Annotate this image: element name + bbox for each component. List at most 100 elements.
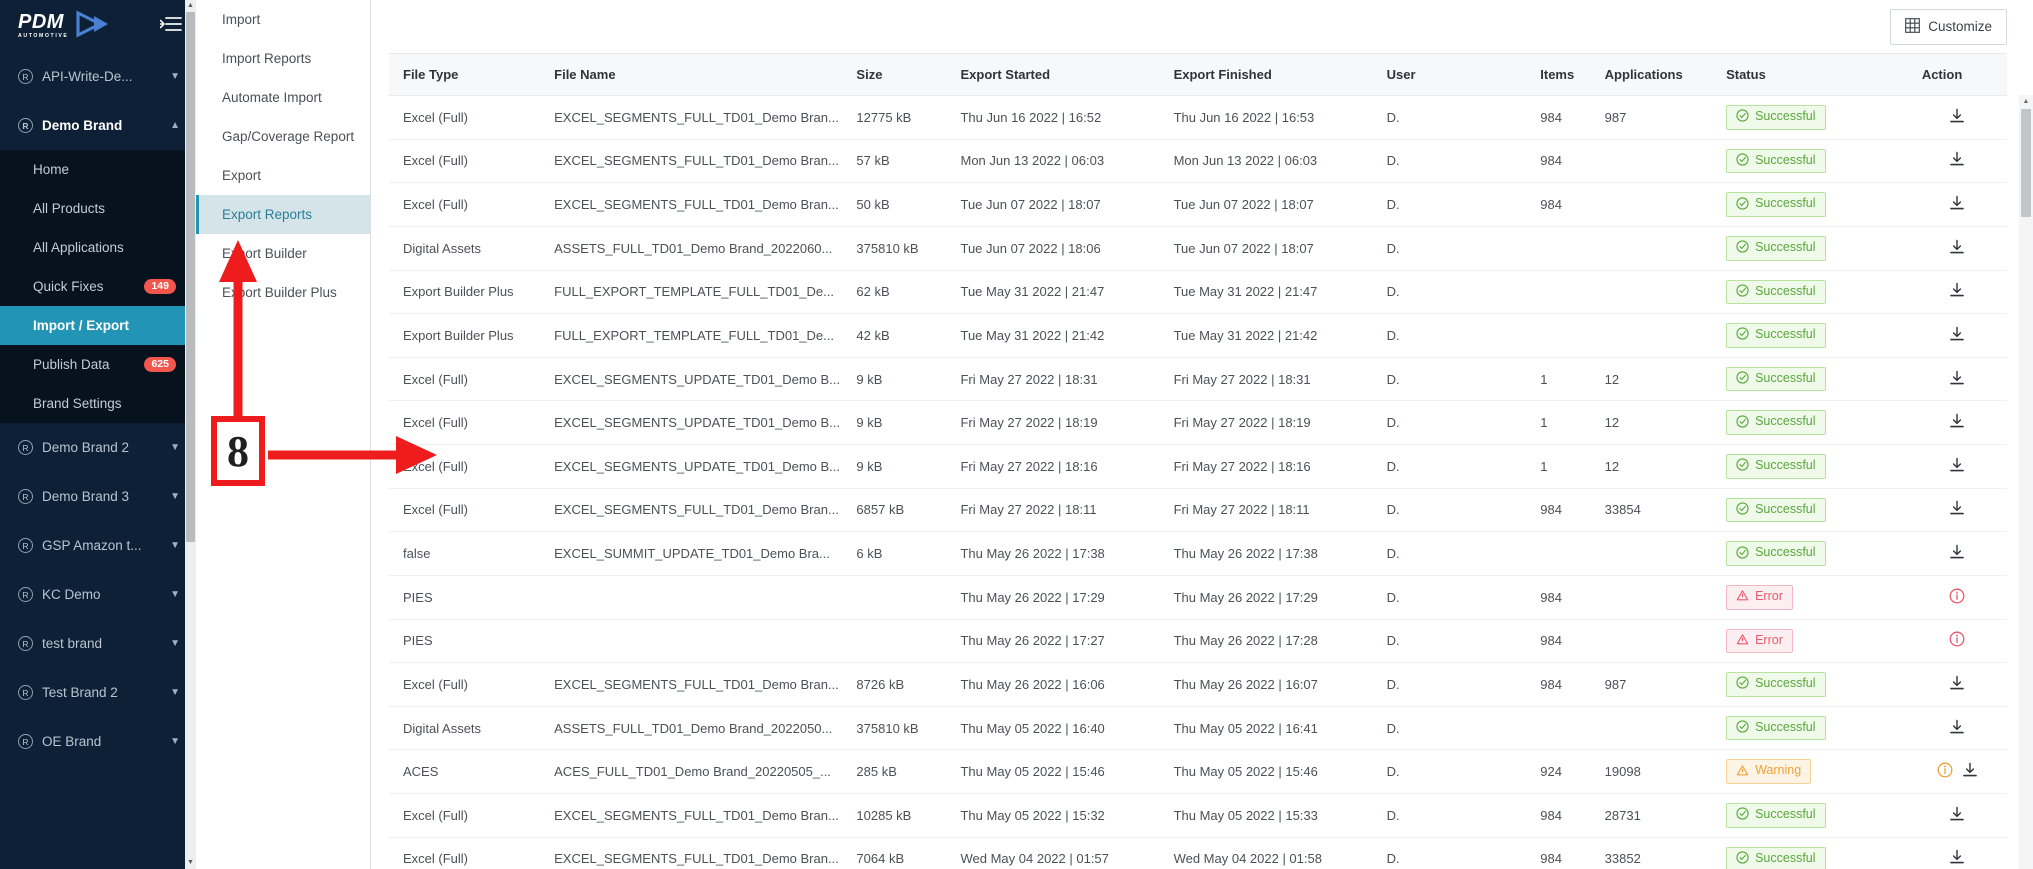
table-row[interactable]: Excel (Full) EXCEL_SEGMENTS_FULL_TD01_Dem…: [389, 662, 2007, 707]
column-header-size[interactable]: Size: [842, 53, 947, 96]
table-row[interactable]: Excel (Full) EXCEL_SEGMENTS_FULL_TD01_Dem…: [389, 182, 2007, 227]
table-row[interactable]: Excel (Full) EXCEL_SEGMENTS_FULL_TD01_Dem…: [389, 837, 2007, 869]
sidebar-item-demo-brand-2[interactable]: R Demo Brand 2 ▼: [0, 423, 196, 472]
subnav-item-import-reports[interactable]: Import Reports: [196, 39, 370, 78]
table-scrollbar-thumb[interactable]: [2021, 109, 2031, 217]
sidebar-item-home[interactable]: Home: [0, 150, 196, 189]
sidebar-item-kc-demo[interactable]: R KC Demo ▼: [0, 570, 196, 619]
download-icon[interactable]: [1962, 762, 1978, 778]
table-row[interactable]: Excel (Full) EXCEL_SEGMENTS_FULL_TD01_Dem…: [389, 488, 2007, 533]
subnav-item-gap-coverage-report[interactable]: Gap/Coverage Report: [196, 117, 370, 156]
status-badge: Successful: [1726, 672, 1826, 697]
chevron-down-icon[interactable]: ▼: [170, 540, 180, 551]
sidebar-item-quick-fixes[interactable]: Quick Fixes 149: [0, 267, 196, 306]
download-icon[interactable]: [1949, 108, 1965, 124]
download-icon[interactable]: [1949, 457, 1965, 473]
table-row[interactable]: PIES Thu May 26 2022 | 17:27 Thu May 26 20…: [389, 619, 2007, 664]
download-icon[interactable]: [1949, 282, 1965, 298]
column-header-file-type[interactable]: File Type: [389, 53, 541, 96]
download-icon[interactable]: [1949, 413, 1965, 429]
primary-sidebar: PDM AUTOMOTIVE R API-Write-De... ▼ R Dem…: [0, 0, 196, 869]
download-icon[interactable]: [1949, 370, 1965, 386]
sidebar-scrollbar-thumb[interactable]: [186, 12, 195, 542]
table-row[interactable]: Excel (Full) EXCEL_SEGMENTS_UPDATE_TD01_D…: [389, 357, 2007, 402]
cell-user: D.: [1372, 444, 1527, 489]
sidebar-item-demo-brand[interactable]: R Demo Brand ▲: [0, 101, 196, 150]
cell-action: [1907, 182, 2007, 227]
chevron-down-icon[interactable]: ▼: [170, 589, 180, 600]
sidebar-item-all-products[interactable]: All Products: [0, 189, 196, 228]
sidebar-item-api-write-de[interactable]: R API-Write-De... ▼: [0, 52, 196, 101]
subnav-item-automate-import[interactable]: Automate Import: [196, 78, 370, 117]
column-header-items[interactable]: Items: [1526, 53, 1591, 96]
column-header-file-name[interactable]: File Name: [540, 53, 843, 96]
download-icon[interactable]: [1949, 151, 1965, 167]
download-icon[interactable]: [1949, 500, 1965, 516]
chevron-down-icon[interactable]: ▼: [170, 491, 180, 502]
scroll-down-arrow-icon[interactable]: ▼: [185, 857, 196, 869]
download-icon[interactable]: [1949, 326, 1965, 342]
table-row[interactable]: Digital Assets ASSETS_FULL_TD01_Demo Bran…: [389, 226, 2007, 271]
chevron-up-icon[interactable]: ▲: [170, 120, 180, 131]
chevron-down-icon[interactable]: ▼: [170, 687, 180, 698]
sidebar-item-test-brand[interactable]: R test brand ▼: [0, 619, 196, 668]
subnav-item-export-builder-plus[interactable]: Export Builder Plus: [196, 273, 370, 312]
table-row[interactable]: Export Builder Plus FULL_EXPORT_TEMPLATE_…: [389, 270, 2007, 315]
sidebar-item-publish-data[interactable]: Publish Data 625: [0, 345, 196, 384]
info-icon[interactable]: [1937, 762, 1953, 778]
cell-applications: [1590, 531, 1713, 576]
table-row[interactable]: Excel (Full) EXCEL_SEGMENTS_UPDATE_TD01_D…: [389, 400, 2007, 445]
sidebar-scrollbar[interactable]: ▲ ▼: [185, 0, 196, 869]
sidebar-item-label: Quick Fixes: [33, 279, 104, 294]
table-row[interactable]: Excel (Full) EXCEL_SEGMENTS_FULL_TD01_Dem…: [389, 793, 2007, 838]
cell-export-finished: Thu May 05 2022 | 16:41: [1159, 706, 1373, 751]
table-row[interactable]: ACES ACES_FULL_TD01_Demo Brand_20220505_.…: [389, 749, 2007, 794]
download-icon[interactable]: [1949, 544, 1965, 560]
cell-file-type: Excel (Full): [389, 95, 541, 140]
sidebar-item-test-brand-2[interactable]: R Test Brand 2 ▼: [0, 668, 196, 717]
subnav-item-export[interactable]: Export: [196, 156, 370, 195]
customize-button[interactable]: Customize: [1890, 8, 2007, 45]
table-scrollbar[interactable]: ▲: [2019, 95, 2033, 869]
scroll-up-arrow-icon[interactable]: ▲: [185, 0, 196, 12]
subnav-item-export-builder[interactable]: Export Builder: [196, 234, 370, 273]
table-row[interactable]: Excel (Full) EXCEL_SEGMENTS_UPDATE_TD01_D…: [389, 444, 2007, 489]
chevron-down-icon[interactable]: ▼: [170, 442, 180, 453]
collapse-menu-icon[interactable]: [159, 15, 182, 38]
download-icon[interactable]: [1949, 675, 1965, 691]
sidebar-item-import-export[interactable]: Import / Export: [0, 306, 196, 345]
column-header-status[interactable]: Status: [1712, 53, 1908, 96]
table-row[interactable]: Digital Assets ASSETS_FULL_TD01_Demo Bran…: [389, 706, 2007, 751]
sidebar-item-all-applications[interactable]: All Applications: [0, 228, 196, 267]
download-icon[interactable]: [1949, 849, 1965, 865]
cell-status: Warning: [1712, 749, 1908, 794]
table-row[interactable]: false EXCEL_SUMMIT_UPDATE_TD01_Demo Bra..…: [389, 531, 2007, 576]
info-icon[interactable]: [1949, 631, 1965, 647]
sidebar-item-brand-settings[interactable]: Brand Settings: [0, 384, 196, 423]
table-row[interactable]: PIES Thu May 26 2022 | 17:29 Thu May 26 20…: [389, 575, 2007, 620]
column-header-user[interactable]: User: [1372, 53, 1527, 96]
info-icon[interactable]: [1949, 588, 1965, 604]
download-icon[interactable]: [1949, 806, 1965, 822]
column-header-export-finished[interactable]: Export Finished: [1159, 53, 1373, 96]
column-header-applications[interactable]: Applications: [1590, 53, 1713, 96]
sidebar-item-oe-brand[interactable]: R OE Brand ▼: [0, 717, 196, 766]
download-icon[interactable]: [1949, 719, 1965, 735]
subnav-item-export-reports[interactable]: Export Reports: [196, 195, 370, 234]
table-row[interactable]: Export Builder Plus FULL_EXPORT_TEMPLATE_…: [389, 313, 2007, 358]
sidebar-item-gsp-amazon[interactable]: R GSP Amazon t... ▼: [0, 521, 196, 570]
table-row[interactable]: Excel (Full) EXCEL_SEGMENTS_FULL_TD01_Dem…: [389, 95, 2007, 140]
column-header-export-started[interactable]: Export Started: [946, 53, 1160, 96]
sidebar-item-demo-brand-3[interactable]: R Demo Brand 3 ▼: [0, 472, 196, 521]
download-icon[interactable]: [1949, 195, 1965, 211]
table-row[interactable]: Excel (Full) EXCEL_SEGMENTS_FULL_TD01_Dem…: [389, 139, 2007, 184]
app-logo[interactable]: PDM AUTOMOTIVE: [18, 9, 114, 43]
subnav-item-import[interactable]: Import: [196, 0, 370, 39]
chevron-down-icon[interactable]: ▼: [170, 736, 180, 747]
chevron-down-icon[interactable]: ▼: [170, 71, 180, 82]
chevron-down-icon[interactable]: ▼: [170, 638, 180, 649]
column-header-action[interactable]: Action: [1907, 53, 2007, 96]
download-icon[interactable]: [1949, 239, 1965, 255]
scroll-up-arrow-icon[interactable]: ▲: [2019, 95, 2033, 108]
cell-file-name: EXCEL_SUMMIT_UPDATE_TD01_Demo Bra...: [540, 531, 843, 576]
